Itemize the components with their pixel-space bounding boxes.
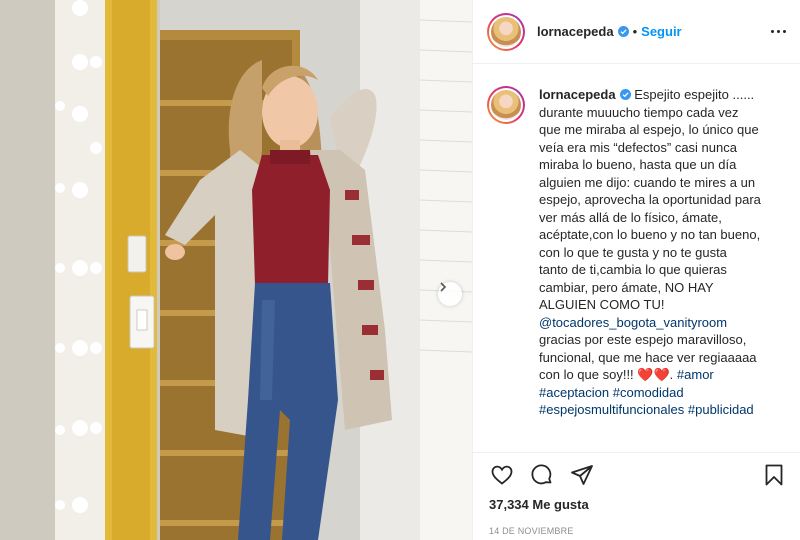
hashtag-aceptacion[interactable]: #aceptacion [539,385,609,400]
mention-link[interactable]: @tocadores_bogota_vanityroom [539,314,779,332]
caption-text-line: Espejito espejito ...... [634,87,755,102]
caption-text-line: alguien me dijo: cuando te mires a un [539,174,756,190]
caption-text-line: que me miraba al espejo, lo único que [539,122,759,137]
caption-text-line: espejo, aprovecha la oportunidad para [539,192,761,207]
caption-text-line: funcional, que me hace ver regiaaaaa [539,349,757,365]
caption-text-line: cambiar, pero ámate, NO HAY [539,279,714,295]
follow-button[interactable]: Seguir [641,24,681,39]
caption-text-line: ALGUIEN COMO TU! [539,297,665,312]
avatar[interactable] [487,12,525,51]
verified-badge-icon [617,26,629,37]
likes-count[interactable]: 37,334 Me gusta [473,497,800,512]
share-button[interactable] [569,462,595,488]
post-caption: lornacepeda Espejito espejito ...... dur… [473,64,800,448]
photo-illustration [0,0,472,540]
separator: • [632,24,638,39]
caption-text-line: miraba lo bueno, hasta que un día [539,157,737,172]
bookmark-icon [765,464,783,486]
caption-username[interactable]: lornacepeda [539,87,616,102]
caption-text-line: veía era mis “defectos” casi nunca [539,139,737,155]
like-button[interactable] [489,462,515,488]
hashtag-publicidad[interactable]: #publicidad [688,402,754,417]
post-side-panel: lornacepeda • Seguir lornacepeda Espejit… [472,0,800,540]
action-bar [473,453,800,497]
more-options-icon[interactable] [765,24,786,39]
caption-text-line: ver más allá de lo físico, ámate, [539,209,722,225]
hashtag-espejos[interactable]: #espejosmultifuncionales [539,402,684,417]
verified-badge-icon [619,89,631,100]
caption-text-line: durante muuucho tiempo cada vez [539,104,739,120]
caption-text-line-hearts: con lo que soy!!! ❤️❤️. #amor [539,367,714,382]
caption-text-line: con lo que te gusta y no te gusta [539,244,727,260]
hashtag-comodidad[interactable]: #comodidad [613,385,684,400]
post-photo[interactable] [0,0,472,540]
heart-icon [491,465,513,485]
post-header: lornacepeda • Seguir [473,0,800,64]
caption-text: lornacepeda Espejito espejito ...... dur… [539,86,779,448]
comment-icon [531,464,552,485]
header-username[interactable]: lornacepeda [537,24,614,39]
hashtag-line: #espejosmultifuncionales #publicidad [539,401,779,419]
chevron-right-icon [440,282,447,292]
post-actions-section: 37,334 Me gusta 14 DE NOVIEMBRE [473,452,800,536]
heart-emoji: ❤️❤️ [637,367,670,382]
save-button[interactable] [761,462,787,488]
caption-text-line: tanto de ti,cambia lo que quieras [539,262,727,277]
carousel-next-button[interactable] [438,282,462,306]
post-date[interactable]: 14 DE NOVIEMBRE [473,512,800,536]
caption-avatar[interactable] [487,86,525,124]
comment-button[interactable] [529,462,555,488]
paper-plane-icon [571,465,593,485]
caption-text-line: acéptate,con lo bueno y no tan bueno, [539,227,761,242]
caption-text-line: gracias por este espejo maravilloso, [539,332,747,347]
hashtag-line: #aceptacion #comodidad [539,384,779,402]
caption-line-0: lornacepeda Espejito espejito ...... [539,86,779,104]
caption-text-line: con lo que soy!!! [539,367,634,382]
hashtag-amor[interactable]: #amor [677,367,714,382]
